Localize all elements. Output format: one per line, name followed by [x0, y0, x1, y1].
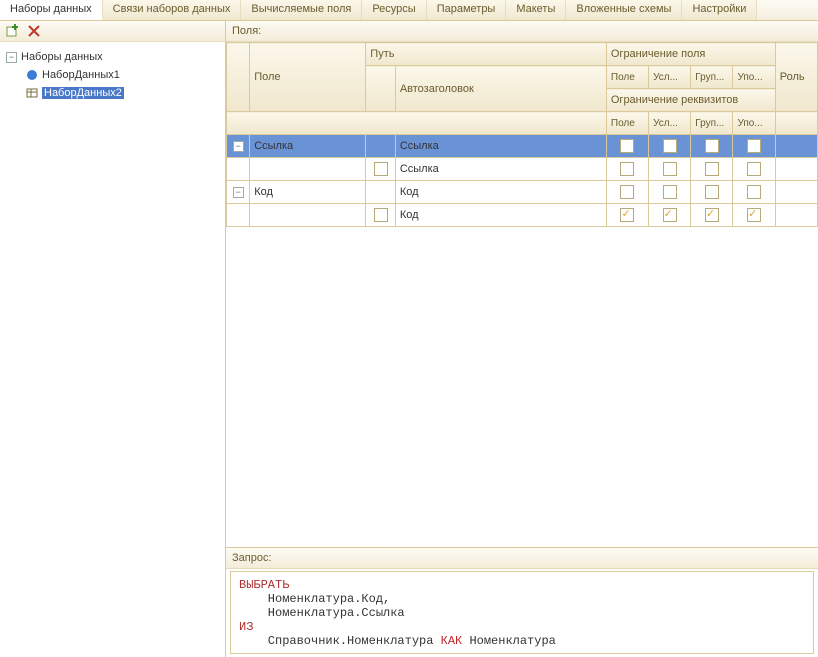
path-checkbox[interactable] [374, 208, 388, 222]
fields-label: Поля: [226, 21, 818, 42]
col-c3[interactable]: Груп... [691, 66, 733, 89]
tab-resources[interactable]: Ресурсы [362, 0, 426, 20]
tree-root[interactable]: − Наборы данных [4, 48, 221, 66]
tab-layouts[interactable]: Макеты [506, 0, 566, 20]
tab-settings[interactable]: Настройки [682, 0, 757, 20]
table-row[interactable]: −КодКод [227, 181, 818, 204]
restrict-checkbox[interactable] [705, 208, 719, 222]
col-field[interactable]: Поле [250, 43, 366, 112]
path-checkbox[interactable] [374, 162, 388, 176]
col-c4b[interactable]: Упо... [733, 112, 775, 135]
col-role[interactable]: Роль [775, 43, 817, 112]
table-row[interactable]: −СсылкаСсылка [227, 135, 818, 158]
tab-params[interactable]: Параметры [427, 0, 507, 20]
row-expander-icon[interactable]: − [233, 141, 244, 152]
cell-role[interactable] [775, 135, 817, 158]
col-lim-req[interactable]: Ограничение реквизитов [606, 89, 775, 112]
tab-links[interactable]: Связи наборов данных [103, 0, 242, 20]
restrict-checkbox[interactable] [620, 208, 634, 222]
grid-body: −СсылкаСсылкаСсылка−КодКодКод [227, 135, 818, 227]
tab-calc[interactable]: Вычисляемые поля [241, 0, 362, 20]
fields-grid[interactable]: Поле Путь Ограничение поля Роль Автозаго… [226, 42, 818, 227]
cell-role[interactable] [775, 181, 817, 204]
col-path[interactable]: Путь [366, 43, 607, 66]
query-text[interactable]: ВЫБРАТЬ Номенклатура.Код, Номенклатура.С… [230, 571, 814, 654]
tab-nested[interactable]: Вложенные схемы [566, 0, 682, 20]
query-label: Запрос: [226, 548, 818, 569]
tab-datasets[interactable]: Наборы данных [0, 0, 103, 20]
dataset-table-icon [26, 87, 38, 99]
expander-icon[interactable]: − [6, 52, 17, 63]
cell-path[interactable]: Ссылка [395, 158, 606, 181]
tab-bar: Наборы данных Связи наборов данных Вычис… [0, 0, 818, 21]
table-row[interactable]: Ссылка [227, 158, 818, 181]
query-area: Запрос: ВЫБРАТЬ Номенклатура.Код, Номенк… [226, 548, 818, 657]
cell-field[interactable]: Код [250, 181, 366, 204]
cell-path[interactable]: Код [395, 204, 606, 227]
restrict-checkbox[interactable] [705, 185, 719, 199]
cell-role[interactable] [775, 204, 817, 227]
dataset-icon [26, 69, 38, 81]
content-area: Поля: Поле Путь Ограничение поля Роль [226, 21, 818, 657]
cell-role[interactable] [775, 158, 817, 181]
tree-root-label: Наборы данных [21, 51, 103, 63]
restrict-checkbox[interactable] [663, 185, 677, 199]
cell-path[interactable]: Ссылка [395, 135, 606, 158]
cell-path[interactable]: Код [395, 181, 606, 204]
restrict-checkbox[interactable] [620, 162, 634, 176]
tree-item-label: НаборДанных2 [42, 87, 124, 99]
col-c2b[interactable]: Усл... [649, 112, 691, 135]
tree-item-label: НаборДанных1 [42, 69, 120, 81]
col-lim-field[interactable]: Ограничение поля [606, 43, 775, 66]
restrict-checkbox[interactable] [705, 139, 719, 153]
sidebar-toolbar [0, 21, 225, 42]
restrict-checkbox[interactable] [663, 139, 677, 153]
add-dataset-icon[interactable] [6, 24, 20, 38]
restrict-checkbox[interactable] [620, 185, 634, 199]
col-autoheader[interactable]: Автозаголовок [395, 66, 606, 112]
delete-icon[interactable] [28, 25, 40, 37]
restrict-checkbox[interactable] [747, 208, 761, 222]
restrict-checkbox[interactable] [747, 139, 761, 153]
col-c3b[interactable]: Груп... [691, 112, 733, 135]
restrict-checkbox[interactable] [663, 162, 677, 176]
dataset-tree[interactable]: − Наборы данных НаборДанных1 НаборДанных… [0, 42, 225, 657]
restrict-checkbox[interactable] [747, 162, 761, 176]
sidebar: − Наборы данных НаборДанных1 НаборДанных… [0, 21, 226, 657]
tree-item-selected[interactable]: НаборДанных2 [4, 84, 221, 102]
col-path-cb [366, 66, 396, 112]
cell-field[interactable] [250, 204, 366, 227]
restrict-checkbox[interactable] [705, 162, 719, 176]
col-c1[interactable]: Поле [606, 66, 648, 89]
col-c1b[interactable]: Поле [606, 112, 648, 135]
restrict-checkbox[interactable] [747, 185, 761, 199]
col-c4[interactable]: Упо... [733, 66, 775, 89]
restrict-checkbox[interactable] [620, 139, 634, 153]
cell-field[interactable]: Ссылка [250, 135, 366, 158]
row-expander-icon[interactable]: − [233, 187, 244, 198]
fields-grid-wrap[interactable]: Поле Путь Ограничение поля Роль Автозаго… [226, 42, 818, 548]
restrict-checkbox[interactable] [663, 208, 677, 222]
cell-field[interactable] [250, 158, 366, 181]
tree-item[interactable]: НаборДанных1 [4, 66, 221, 84]
col-c2[interactable]: Усл... [649, 66, 691, 89]
table-row[interactable]: Код [227, 204, 818, 227]
col-expander [227, 43, 250, 112]
